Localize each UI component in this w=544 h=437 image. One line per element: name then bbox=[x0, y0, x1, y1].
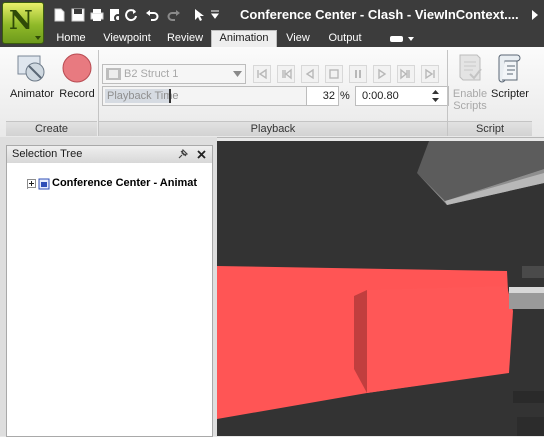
forward-end-button[interactable] bbox=[421, 65, 439, 83]
tab-viewpoint[interactable]: Viewpoint bbox=[98, 31, 156, 47]
viewport-scene bbox=[217, 141, 544, 436]
play-reverse-button[interactable] bbox=[301, 65, 319, 83]
playback-time-slider[interactable]: Playback Time bbox=[102, 86, 307, 106]
rewind-start-icon bbox=[257, 68, 267, 80]
record-button[interactable]: Record bbox=[57, 52, 97, 102]
new-icon[interactable] bbox=[52, 8, 66, 22]
pause-button[interactable] bbox=[349, 65, 367, 83]
record-icon bbox=[62, 53, 92, 83]
tree-item[interactable]: Conference Center - Animat bbox=[27, 177, 210, 191]
app-menu-button[interactable]: N bbox=[2, 2, 44, 44]
tab-view[interactable]: View bbox=[280, 31, 316, 47]
app-menu-chevron-icon bbox=[35, 36, 41, 40]
step-forward-button[interactable] bbox=[397, 65, 415, 83]
print-preview-icon[interactable] bbox=[108, 8, 122, 22]
scripter-icon bbox=[498, 54, 521, 83]
app-logo-letter: N bbox=[9, 6, 33, 36]
redo-icon[interactable] bbox=[167, 8, 181, 22]
dropdown-arrow-icon[interactable] bbox=[210, 10, 220, 20]
slider-thumb[interactable] bbox=[169, 89, 171, 103]
rewind-start-button[interactable] bbox=[253, 65, 271, 83]
enable-scripts-button[interactable]: Enable Scripts bbox=[451, 52, 489, 114]
chevron-down-icon bbox=[233, 71, 242, 77]
tab-animation[interactable]: Animation bbox=[211, 30, 277, 48]
spinner-arrows-icon[interactable] bbox=[431, 88, 440, 104]
undo-icon[interactable] bbox=[145, 8, 159, 22]
selection-tree-title: Selection Tree bbox=[12, 148, 83, 160]
step-forward-icon bbox=[400, 68, 410, 80]
select-icon[interactable] bbox=[192, 8, 206, 22]
playback-group-label: Playback bbox=[99, 121, 447, 136]
animation-select[interactable]: B2 Struct 1 bbox=[102, 64, 246, 84]
pin-icon[interactable] bbox=[177, 149, 188, 160]
stop-icon bbox=[329, 69, 339, 79]
scripter-label: Scripter bbox=[491, 88, 529, 100]
stop-button[interactable] bbox=[325, 65, 343, 83]
animator-label: Animator bbox=[10, 88, 55, 100]
create-group-label: Create bbox=[6, 121, 97, 136]
play-icon bbox=[378, 68, 387, 80]
play-reverse-icon bbox=[305, 68, 314, 80]
playback-time-label: Playback Time bbox=[107, 90, 179, 102]
save-icon[interactable] bbox=[71, 8, 85, 22]
tree-item-label: Conference Center - Animat bbox=[52, 177, 198, 189]
enable-scripts-label-line1: Enable bbox=[452, 88, 488, 100]
enable-scripts-label-line2: Scripts bbox=[453, 100, 487, 112]
film-icon bbox=[106, 68, 121, 80]
overflow-arrow-icon[interactable] bbox=[530, 9, 540, 21]
close-icon[interactable] bbox=[196, 149, 207, 160]
expand-icon[interactable] bbox=[27, 179, 36, 188]
selection-tree-body: Conference Center - Animat bbox=[6, 163, 213, 437]
animation-select-value: B2 Struct 1 bbox=[124, 68, 179, 80]
tab-home[interactable]: Home bbox=[48, 31, 94, 47]
time-input[interactable]: 0:00.80 bbox=[355, 86, 449, 106]
time-value: 0:00.80 bbox=[362, 90, 399, 102]
record-label: Record bbox=[59, 88, 95, 100]
pause-icon bbox=[355, 70, 361, 78]
scripter-button[interactable]: Scripter bbox=[490, 52, 530, 102]
window-title: Conference Center - Clash - ViewInContex… bbox=[240, 7, 519, 22]
play-button[interactable] bbox=[373, 65, 391, 83]
animator-button[interactable]: Animator bbox=[10, 52, 54, 102]
model-file-icon bbox=[38, 178, 50, 190]
step-back-icon bbox=[282, 68, 292, 80]
3d-viewport[interactable] bbox=[217, 141, 544, 436]
animator-icon bbox=[17, 55, 45, 82]
forward-end-icon bbox=[425, 68, 435, 80]
step-back-button[interactable] bbox=[277, 65, 295, 83]
enable-scripts-icon bbox=[459, 54, 482, 81]
refresh-icon[interactable] bbox=[124, 8, 138, 22]
tab-output[interactable]: Output bbox=[320, 31, 370, 47]
selection-tree-header: Selection Tree bbox=[6, 145, 213, 164]
percent-unit: % bbox=[340, 90, 350, 102]
tab-review[interactable]: Review bbox=[161, 31, 209, 47]
ribbon-minimize-button[interactable] bbox=[389, 34, 415, 44]
print-icon[interactable] bbox=[90, 8, 104, 22]
ribbon-options-icon bbox=[390, 36, 414, 42]
enable-scripts-label: Enable Scripts bbox=[451, 88, 489, 112]
script-group-label: Script bbox=[448, 121, 532, 136]
percent-input[interactable]: 32 bbox=[306, 86, 339, 106]
